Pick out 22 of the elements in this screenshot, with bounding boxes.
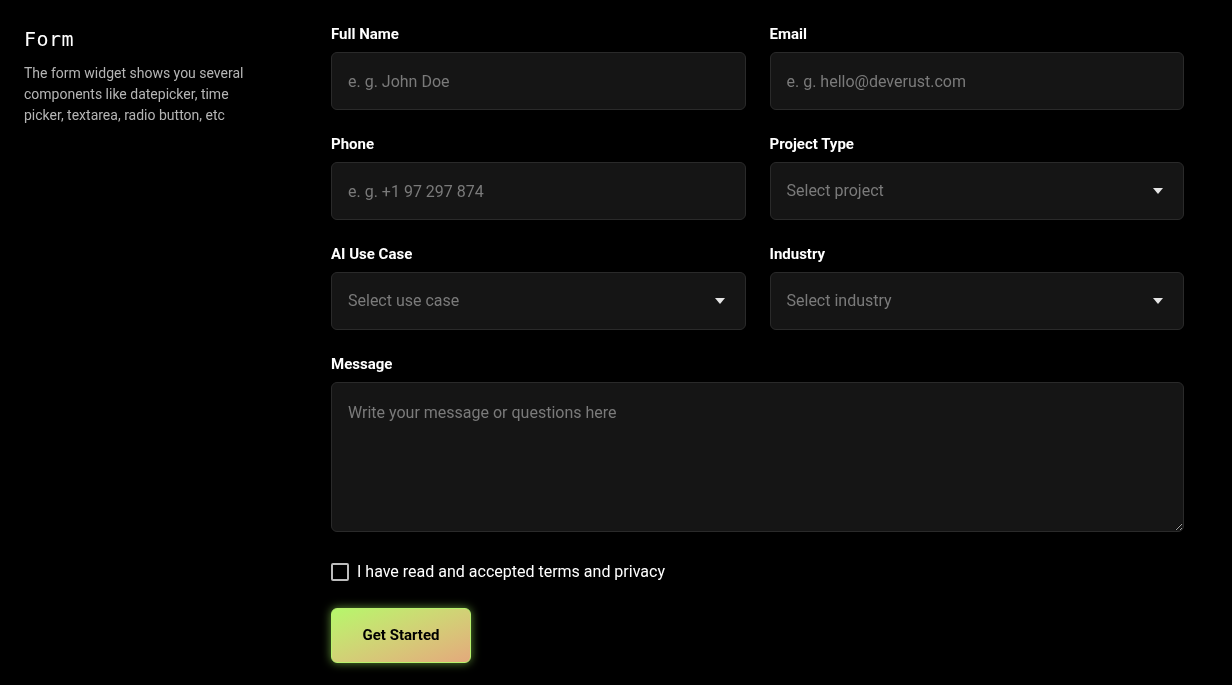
field-label: Full Name xyxy=(331,25,400,43)
select-field[interactable]: Select industry xyxy=(769,272,1184,330)
caret-icon xyxy=(1153,298,1163,304)
input-field[interactable]: e. g. +1 97 297 874 xyxy=(331,162,746,220)
field-label: Project Type xyxy=(769,135,855,153)
caret-icon xyxy=(714,298,725,304)
field-label: Industry xyxy=(769,245,827,263)
checkbox[interactable] xyxy=(331,563,349,581)
caret-icon xyxy=(1153,188,1163,194)
section-description: The form widget shows you several components like datepicker, time picker, textarea, radio button, etc xyxy=(24,64,245,125)
section-title: Form xyxy=(24,27,76,51)
get-started-button[interactable]: Get Started xyxy=(331,608,471,663)
select-field[interactable]: Select project xyxy=(769,162,1184,220)
field-label: Email xyxy=(769,25,808,43)
checkbox-label: I have read and accepted terms and privacy xyxy=(357,561,665,583)
input-field[interactable]: e. g. John Doe xyxy=(331,52,746,110)
select-field[interactable]: Select use case xyxy=(331,272,746,330)
field-label: Phone xyxy=(331,135,376,153)
field-label: AI Use Case xyxy=(331,245,414,263)
input-field[interactable]: e. g. hello@deverust.com xyxy=(769,52,1184,110)
message-field[interactable]: Write your message or questions here xyxy=(331,382,1184,532)
field-label: Message xyxy=(331,355,394,373)
